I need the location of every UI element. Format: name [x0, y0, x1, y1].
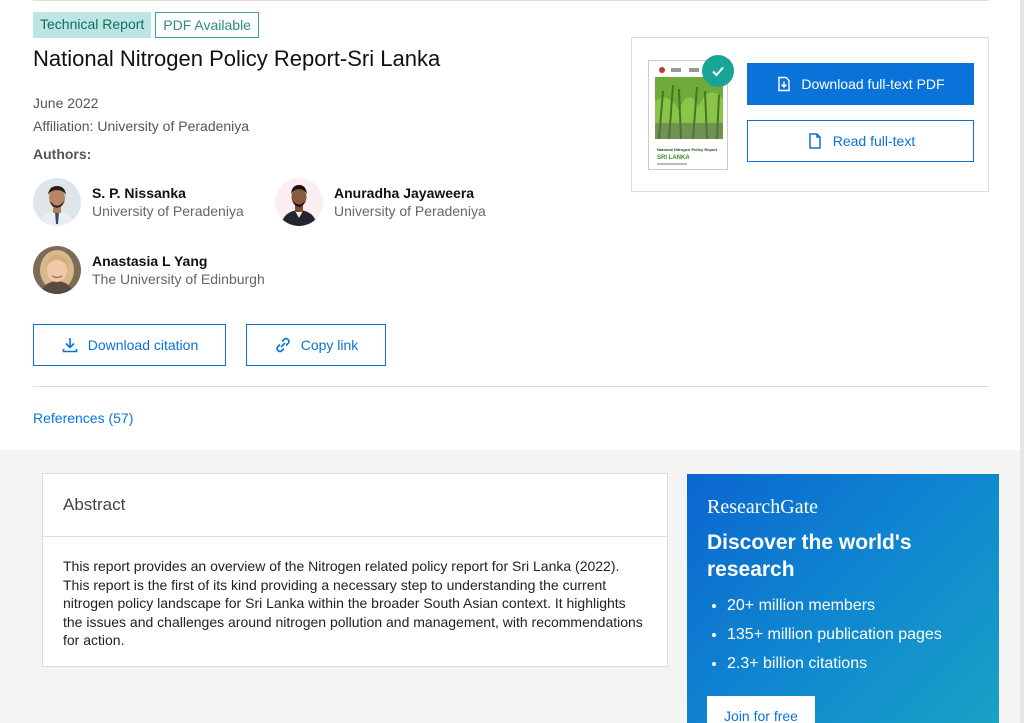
- read-full-text-button[interactable]: Read full-text: [747, 120, 974, 162]
- top-divider: [33, 0, 989, 1]
- publication-affiliation: Affiliation: University of Peradeniya: [33, 118, 250, 134]
- authors-label: Authors:: [33, 146, 92, 162]
- promo-heading: Discover the world's research: [707, 531, 912, 581]
- check-icon: [702, 55, 734, 87]
- avatar[interactable]: [33, 178, 81, 226]
- thumb-title: National Nitrogen Policy Report: [657, 147, 718, 152]
- references-tab[interactable]: References (57): [33, 410, 133, 426]
- scrollbar[interactable]: [1020, 0, 1024, 723]
- list-item: 2.3+ billion citations: [727, 654, 979, 673]
- thumb-country: SRI LANKA: [657, 155, 690, 161]
- author-name[interactable]: Anuradha Jayaweera: [334, 184, 486, 202]
- avatar[interactable]: [275, 178, 323, 226]
- author-card[interactable]: Anuradha Jayaweera University of Peraden…: [275, 178, 486, 226]
- page-title: National Nitrogen Policy Report-Sri Lank…: [33, 46, 441, 71]
- promo-stats: 20+ million members 135+ million publica…: [707, 596, 979, 673]
- section-divider: [33, 386, 989, 387]
- list-item: 135+ million publication pages: [727, 625, 979, 644]
- pdf-download-icon: [778, 76, 791, 92]
- publication-header: Technical Report PDF Available National …: [0, 0, 1020, 450]
- abstract-heading: Abstract: [43, 474, 667, 537]
- join-for-free-button[interactable]: Join for free: [707, 696, 815, 723]
- download-pdf-label: Download full-text PDF: [801, 76, 945, 92]
- author-name[interactable]: Anastasia L Yang: [92, 252, 265, 270]
- publication-date: June 2022: [33, 95, 99, 111]
- pdf-card: National Nitrogen Policy Report SRI LANK…: [631, 37, 989, 192]
- technical-report-badge: Technical Report: [33, 12, 152, 38]
- copy-link-label: Copy link: [300, 337, 359, 353]
- badge-row: Technical Report PDF Available: [33, 12, 259, 38]
- abstract-panel: Abstract This report provides an overvie…: [42, 473, 668, 667]
- list-item: 20+ million members: [727, 596, 979, 615]
- download-pdf-button[interactable]: Download full-text PDF: [747, 63, 974, 105]
- pdf-available-badge: PDF Available: [155, 12, 259, 38]
- download-citation-label: Download citation: [87, 337, 199, 353]
- copy-link-button[interactable]: Copy link: [246, 324, 386, 366]
- abstract-text: This report provides an overview of the …: [63, 558, 643, 648]
- author-institution: University of Peradeniya: [334, 203, 486, 219]
- author-card[interactable]: S. P. Nissanka University of Peradeniya: [33, 178, 244, 226]
- researchgate-promo: ResearchGate Discover the world's resear…: [687, 474, 999, 723]
- read-full-text-label: Read full-text: [832, 133, 916, 149]
- author-institution: The University of Edinburgh: [92, 271, 265, 287]
- author-card[interactable]: Anastasia L Yang The University of Edinb…: [33, 246, 265, 294]
- link-icon: [275, 337, 290, 353]
- avatar[interactable]: [33, 246, 81, 294]
- author-name[interactable]: S. P. Nissanka: [92, 184, 244, 202]
- author-institution: University of Peradeniya: [92, 203, 244, 219]
- researchgate-logo: ResearchGate: [707, 496, 819, 518]
- download-citation-button[interactable]: Download citation: [33, 324, 226, 366]
- download-icon: [62, 338, 78, 353]
- document-icon: [809, 133, 821, 149]
